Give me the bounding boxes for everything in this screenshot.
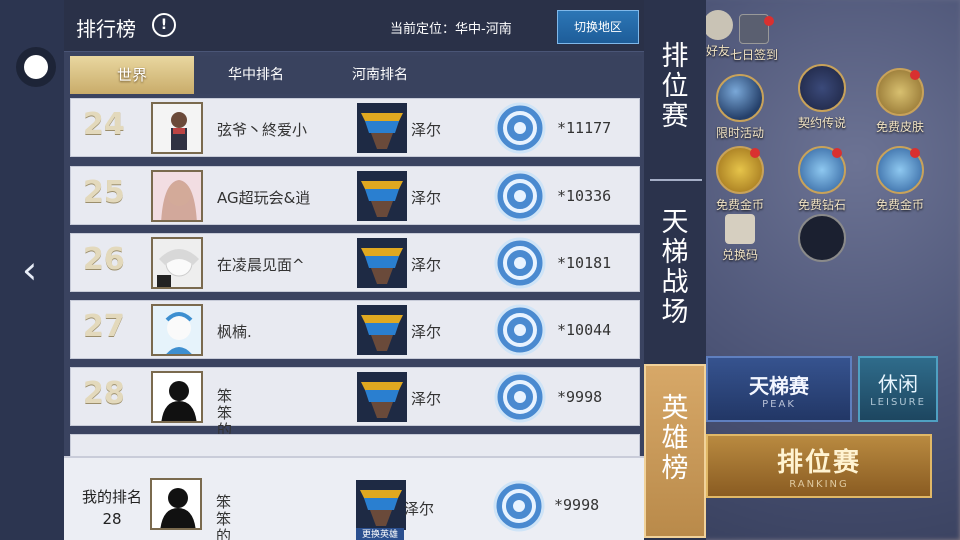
avatar[interactable] (151, 170, 203, 222)
back-chevron-icon[interactable]: ‹ (22, 250, 58, 290)
table-row[interactable]: 27 枫楠. 泽尔 *10044 (70, 300, 640, 359)
rank-number: 24 (83, 107, 125, 142)
hero-name: 泽尔 (411, 390, 442, 408)
table-row[interactable] (70, 434, 640, 456)
rank-emblem-icon (494, 237, 546, 289)
player-nickname: AG超玩会&逍 (217, 189, 311, 207)
tab-ladder-battle-label: 天梯战场 (661, 207, 689, 328)
contract-legend-icon[interactable]: 契约传说 (794, 64, 850, 131)
hero-name: 泽尔 (411, 323, 442, 341)
rank-emblem-icon (494, 304, 546, 356)
seven-day-signin-icon[interactable]: 七日签到 (726, 14, 782, 63)
player-nickname: 弦爷丶終爱小 (217, 121, 308, 139)
table-row[interactable]: 24 弦爷丶終爱小 泽尔 *11177 (70, 98, 640, 157)
tab-hero-leaderboard[interactable]: 英雄榜 (644, 364, 706, 538)
menu-dot-button[interactable] (16, 47, 56, 87)
hero-portrait-icon[interactable] (357, 103, 407, 153)
change-hero-button[interactable]: 更换英雄 (356, 528, 404, 540)
score-value: *10336 (557, 187, 612, 205)
leaderboard-panel: 排行榜 ! 当前定位：华中-河南 切换地区 世界 华中排名 河南排名 24 弦爷… (64, 0, 644, 540)
score-value: *11177 (557, 119, 612, 137)
avatar[interactable] (151, 371, 203, 423)
avatar[interactable] (151, 237, 203, 289)
hero-name: 泽尔 (411, 121, 442, 139)
category-side-tabs: 排位赛 天梯战场 英雄榜 (644, 0, 706, 540)
table-row[interactable]: 26 在凌晨见面^ 泽尔 *10181 (70, 233, 640, 292)
hero-portrait-icon[interactable] (357, 171, 407, 221)
tab-ranked-match[interactable]: 排位赛 (644, 42, 706, 142)
score-value: *10181 (557, 254, 612, 272)
my-ranking-bar: 我的排名 28 笨笨的 更换英雄 泽尔 *9998 (64, 456, 644, 540)
my-rank-number: 28 (102, 510, 122, 528)
hero-portrait-icon[interactable] (357, 305, 407, 355)
hero-name: 泽尔 (411, 256, 442, 274)
rank-number: 27 (83, 309, 125, 344)
free-gold-icon[interactable]: 免费金币 (712, 146, 768, 213)
circle-icon (24, 55, 48, 79)
free-gold-icon-2[interactable]: 免费金币 (872, 146, 928, 213)
rank-emblem-icon (494, 371, 546, 423)
scope-tabs: 世界 华中排名 河南排名 (70, 56, 642, 94)
table-row[interactable]: 25 AG超玩会&逍 泽尔 *10336 (70, 166, 640, 225)
hero-name: 泽尔 (411, 189, 442, 207)
tab-central-china[interactable]: 华中排名 (194, 56, 318, 94)
page-title: 排行榜 (76, 17, 136, 41)
free-diamond-icon[interactable]: 免费钻石 (794, 146, 850, 213)
hero-portrait-icon[interactable] (357, 238, 407, 288)
tab-hero-leaderboard-label: 英雄榜 (661, 393, 689, 484)
left-strip: ‹ (0, 0, 64, 540)
current-location: 当前定位：华中-河南 (390, 22, 512, 37)
free-skin-icon[interactable]: 免费皮肤 (872, 68, 928, 135)
avatar[interactable] (151, 102, 203, 154)
sound-toggle-icon[interactable] (794, 214, 850, 264)
tab-henan[interactable]: 河南排名 (318, 56, 442, 94)
avatar[interactable] (150, 478, 202, 530)
avatar[interactable] (151, 304, 203, 356)
rank-emblem-icon (494, 170, 546, 222)
rank-emblem-icon (493, 480, 545, 532)
rank-number: 26 (83, 242, 125, 277)
player-nickname: 在凌晨见面^ (217, 256, 305, 274)
switch-region-button[interactable]: 切换地区 (557, 10, 639, 44)
rank-emblem-icon (494, 102, 546, 154)
hero-portrait-icon[interactable] (356, 480, 406, 530)
hero-portrait-icon[interactable] (357, 372, 407, 422)
player-nickname: 枫楠. (217, 323, 252, 341)
score-value: *9998 (554, 496, 600, 514)
tab-ladder-battle[interactable]: 天梯战场 (644, 208, 706, 338)
rank-number: 28 (83, 376, 125, 411)
rank-number: 25 (83, 175, 125, 210)
tab-world[interactable]: 世界 (70, 56, 194, 94)
leisure-mode-button[interactable]: 休闲 LEISURE (858, 356, 938, 422)
table-row[interactable]: 28 笨笨的小 泽尔 *9998 (70, 367, 640, 456)
my-rank-label: 我的排名 28 (72, 486, 152, 530)
divider (650, 179, 702, 181)
limited-event-icon[interactable]: 限时活动 (712, 74, 768, 141)
exclamation-icon[interactable]: ! (152, 13, 176, 37)
redeem-code-icon[interactable]: 兑换码 (712, 214, 768, 263)
panel-header: 排行榜 ! 当前定位：华中-河南 切换地区 (64, 0, 644, 52)
ranking-mode-button[interactable]: 排位赛 RANKING (706, 434, 932, 498)
score-value: *9998 (557, 388, 603, 406)
score-value: *10044 (557, 321, 612, 339)
player-nickname: 笨笨的 (216, 493, 232, 540)
hero-name: 泽尔 (404, 500, 435, 518)
tab-ranked-match-label: 排位赛 (661, 41, 689, 132)
peak-mode-button[interactable]: 天梯赛 PEAK (706, 356, 852, 422)
ranking-list[interactable]: 24 弦爷丶終爱小 泽尔 *11177 25 AG超玩会&逍 泽尔 *10336… (70, 96, 642, 456)
